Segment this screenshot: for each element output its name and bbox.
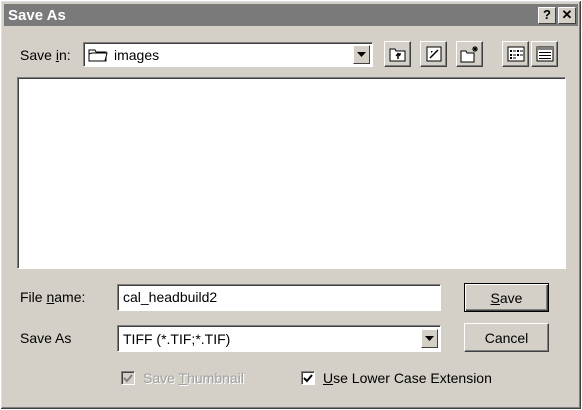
folder-icon (88, 48, 108, 62)
desktop-button[interactable] (420, 41, 447, 67)
up-one-level-icon (389, 46, 407, 62)
dialog-title: Save As (8, 6, 66, 24)
title-bar[interactable]: Save As ? ✕ (4, 4, 578, 26)
chevron-down-icon[interactable] (421, 329, 438, 348)
save-as-type-value: TIFF (*.TIF;*.TIF) (123, 330, 231, 347)
save-in-value: images (114, 46, 160, 63)
save-thumbnail-label: Save Thumbnail (143, 370, 244, 386)
file-list[interactable] (17, 77, 566, 269)
lower-case-extension-label: Use Lower Case Extension (323, 370, 492, 386)
help-button[interactable]: ? (538, 6, 556, 24)
file-name-label: File name: (20, 289, 86, 305)
lower-case-extension-checkbox[interactable] (301, 371, 315, 385)
file-name-input[interactable]: cal_headbuild2 (117, 284, 441, 311)
lower-case-extension-option[interactable]: Use Lower Case Extension (301, 370, 492, 386)
save-as-dialog: Save As ? ✕ Save in: images File name: c… (0, 0, 582, 410)
desktop-icon (425, 45, 443, 63)
cancel-button[interactable]: Cancel (464, 323, 549, 352)
list-view-icon (507, 46, 525, 62)
chevron-down-icon[interactable] (353, 45, 370, 64)
up-one-level-button[interactable] (384, 41, 411, 67)
details-view-icon (536, 46, 554, 62)
list-view-button[interactable] (502, 41, 529, 67)
save-in-label: Save in: (20, 47, 71, 63)
save-in-combobox[interactable]: images (83, 42, 373, 67)
details-view-button[interactable] (531, 41, 558, 67)
save-as-type-combobox[interactable]: TIFF (*.TIF;*.TIF) (117, 325, 441, 352)
save-button[interactable]: Save (464, 283, 549, 312)
save-thumbnail-checkbox (121, 371, 135, 385)
save-as-type-label: Save As (20, 330, 72, 346)
create-new-folder-icon (460, 45, 480, 63)
close-button[interactable]: ✕ (558, 6, 576, 24)
save-thumbnail-option: Save Thumbnail (121, 370, 244, 386)
create-new-folder-button[interactable] (456, 41, 483, 67)
